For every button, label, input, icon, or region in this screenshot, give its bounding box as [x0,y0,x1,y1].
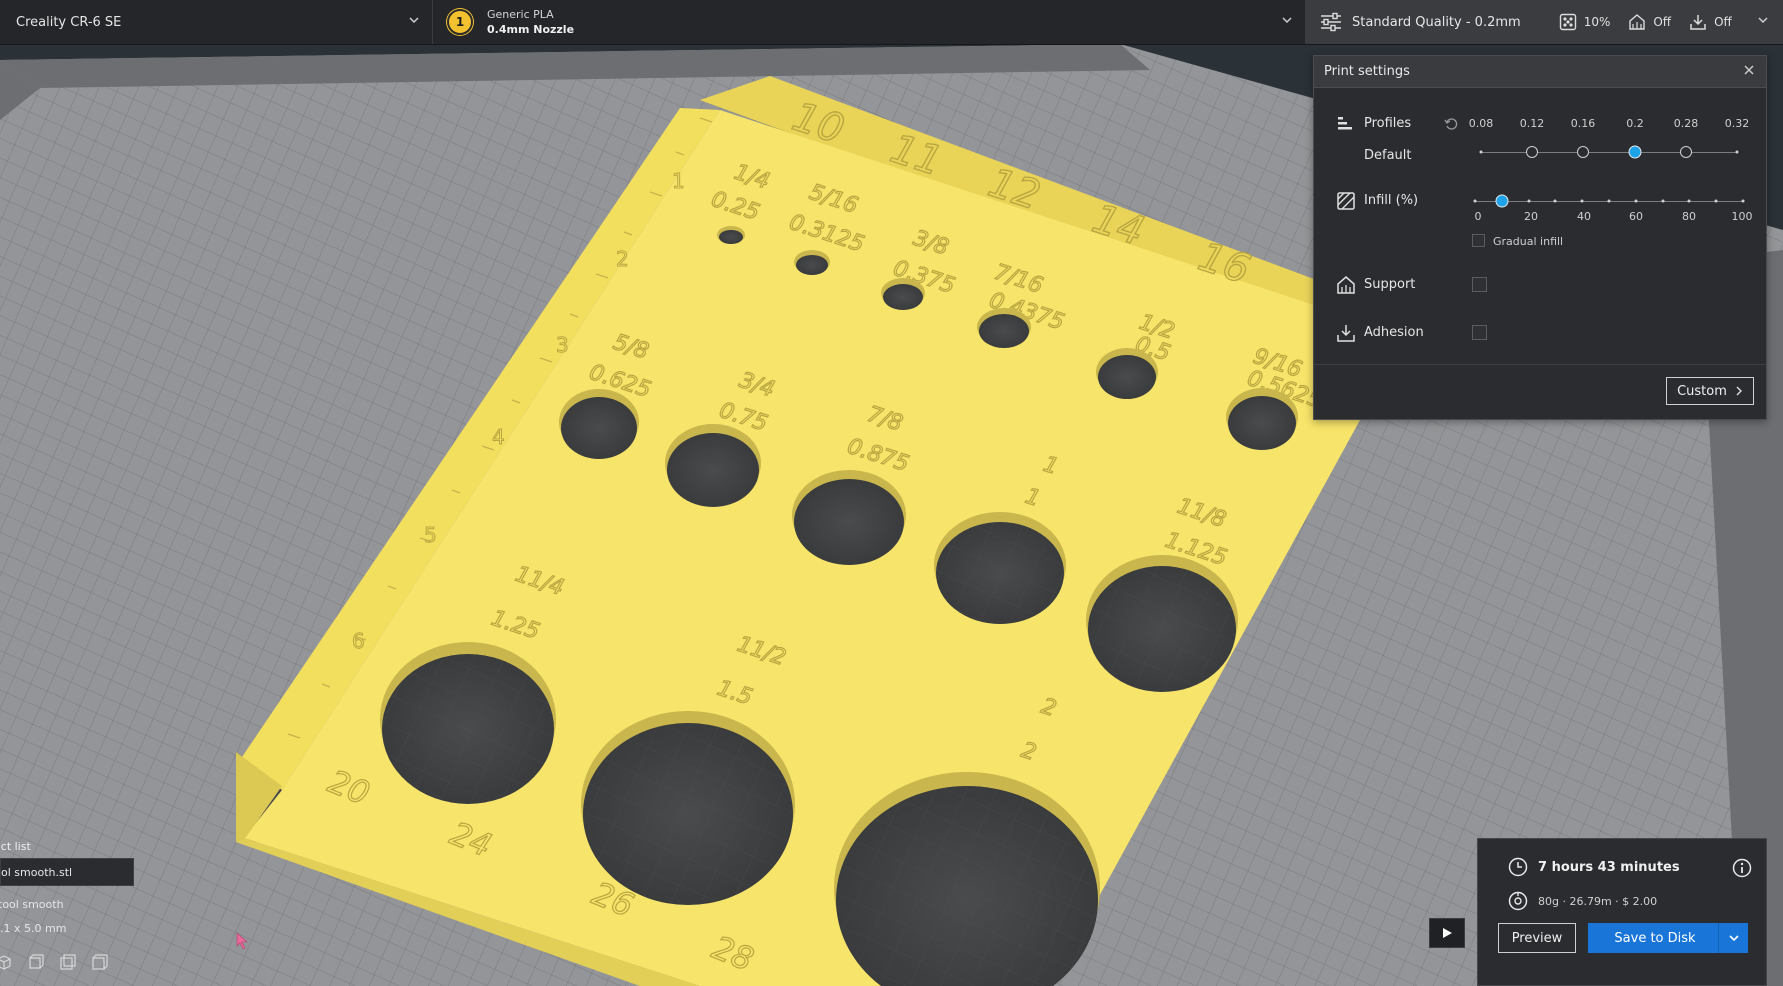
ruler-number: 4 [492,425,505,449]
ruler-number: 2 [616,247,629,271]
print-setup-selector[interactable]: Standard Quality - 0.2mm 10% Off Off [1306,0,1783,44]
print-settings-panel: Print settings Profiles Default 0.08 0.1… [1313,55,1767,420]
adhesion-icon [1337,325,1355,342]
chevron-down-icon [1728,935,1739,942]
layer-height-slider-track[interactable] [1481,152,1737,153]
layer-height-tick: 0.32 [1724,117,1750,130]
profile-default-label: Default [1364,148,1412,163]
extruder-badge: 1 [447,9,473,35]
custom-settings-button[interactable]: Custom [1666,377,1754,405]
object-list-label[interactable]: ect list [0,840,31,853]
ruler-number: 1 [672,169,685,193]
layer-height-option[interactable] [1577,146,1589,158]
print-time-value: 7 hours 43 minutes [1538,859,1680,875]
profiles-icon [1338,117,1352,130]
support-icon [1337,276,1355,294]
chevron-down-icon [1758,17,1768,24]
adhesion-summary-value: Off [1714,15,1732,29]
print-info-panel: 7 hours 43 minutes 80g · 26.79m · $ 2.00… [1477,838,1767,986]
filament-spool-icon [1508,891,1528,911]
profiles-label: Profiles [1364,116,1412,131]
layer-height-tick: 0.08 [1468,117,1494,130]
view-side-icon[interactable] [90,952,110,972]
infill-tick: 100 [1731,210,1753,223]
infill-tick: 60 [1629,210,1643,223]
material-estimate-value: 80g · 26.79m · $ 2.00 [1538,894,1658,908]
infill-icon [1559,13,1576,31]
print-time: 7 hours 43 minutes [1508,857,1680,877]
support-icon [1629,14,1646,30]
chevron-down-icon [1282,17,1292,24]
reset-icon[interactable] [1444,117,1458,131]
layer-height-option[interactable] [1526,146,1538,158]
play-button[interactable] [1429,918,1465,948]
print-settings-header: Print settings [1314,56,1766,88]
view-orientation-icons [0,952,110,972]
sliders-icon [1321,12,1341,32]
chevron-down-icon [409,17,419,24]
material-selector[interactable]: 1 Generic PLA 0.4mm Nozzle [433,0,1306,44]
save-options-dropdown[interactable] [1718,923,1748,953]
infill-summary-value: 10% [1583,15,1611,29]
close-icon[interactable] [1742,63,1756,77]
printer-name: Creality CR-6 SE [16,14,122,30]
clock-icon [1508,857,1528,877]
adhesion-summary: Off [1689,13,1732,31]
gradual-infill-checkbox[interactable] [1472,234,1485,247]
adhesion-checkbox[interactable] [1472,325,1487,340]
chevron-right-icon [1736,386,1742,396]
preview-button[interactable]: Preview [1498,923,1576,953]
play-icon [1443,928,1452,938]
object-dimensions: 06.1 x 5.0 mm [0,922,67,935]
infill-tick: 20 [1524,210,1538,223]
info-icon[interactable] [1732,858,1752,878]
quality-profile: Standard Quality - 0.2mm [1352,14,1521,30]
view-top-icon[interactable] [58,952,78,972]
adhesion-label: Adhesion [1364,325,1424,340]
object-list-item[interactable]: ol smooth.stl [0,858,134,886]
mouse-cursor-icon [236,932,248,950]
infill-label: Infill (%) [1364,193,1419,208]
layer-height-tick: 0.2 [1626,117,1644,130]
ruler-number: 3 [556,333,569,357]
custom-button-label: Custom [1677,383,1727,399]
material-estimate: 80g · 26.79m · $ 2.00 [1508,891,1657,911]
ruler-number: 5 [424,523,437,547]
layer-height-option[interactable] [1680,146,1692,158]
layer-height-handle-selected[interactable] [1628,145,1642,159]
selected-object-name: r tool smooth [0,898,64,911]
preview-button-label: Preview [1511,930,1563,946]
support-summary-value: Off [1653,15,1672,29]
view-3d-icon[interactable] [0,952,14,972]
top-toolbar: Creality CR-6 SE 1 Generic PLA 0.4mm Noz… [0,0,1783,45]
print-settings-title: Print settings [1324,64,1410,79]
infill-tick: 80 [1682,210,1696,223]
nozzle-size: 0.4mm Nozzle [487,23,575,36]
gradual-infill-label: Gradual infill [1493,235,1564,248]
support-summary: Off [1628,13,1671,31]
layer-height-tick: 0.16 [1570,117,1596,130]
layer-height-tick: 0.12 [1519,117,1545,130]
object-list-item-name: ol smooth.stl [1,865,73,879]
view-front-icon[interactable] [26,952,46,972]
layer-height-tick: 0.28 [1673,117,1699,130]
infill-icon [1337,192,1355,210]
infill-slider-handle[interactable] [1495,194,1509,208]
material-name: Generic PLA [487,8,554,21]
divider [1314,364,1766,365]
support-label: Support [1364,277,1416,292]
support-checkbox[interactable] [1472,277,1487,292]
save-button-label: Save to Disk [1614,930,1696,946]
infill-summary: 10% [1559,13,1611,31]
infill-tick: 0 [1474,210,1482,223]
printer-selector[interactable]: Creality CR-6 SE [0,0,433,44]
ruler-number: 6 [352,629,365,653]
adhesion-icon [1690,15,1706,30]
infill-tick: 40 [1577,210,1591,223]
